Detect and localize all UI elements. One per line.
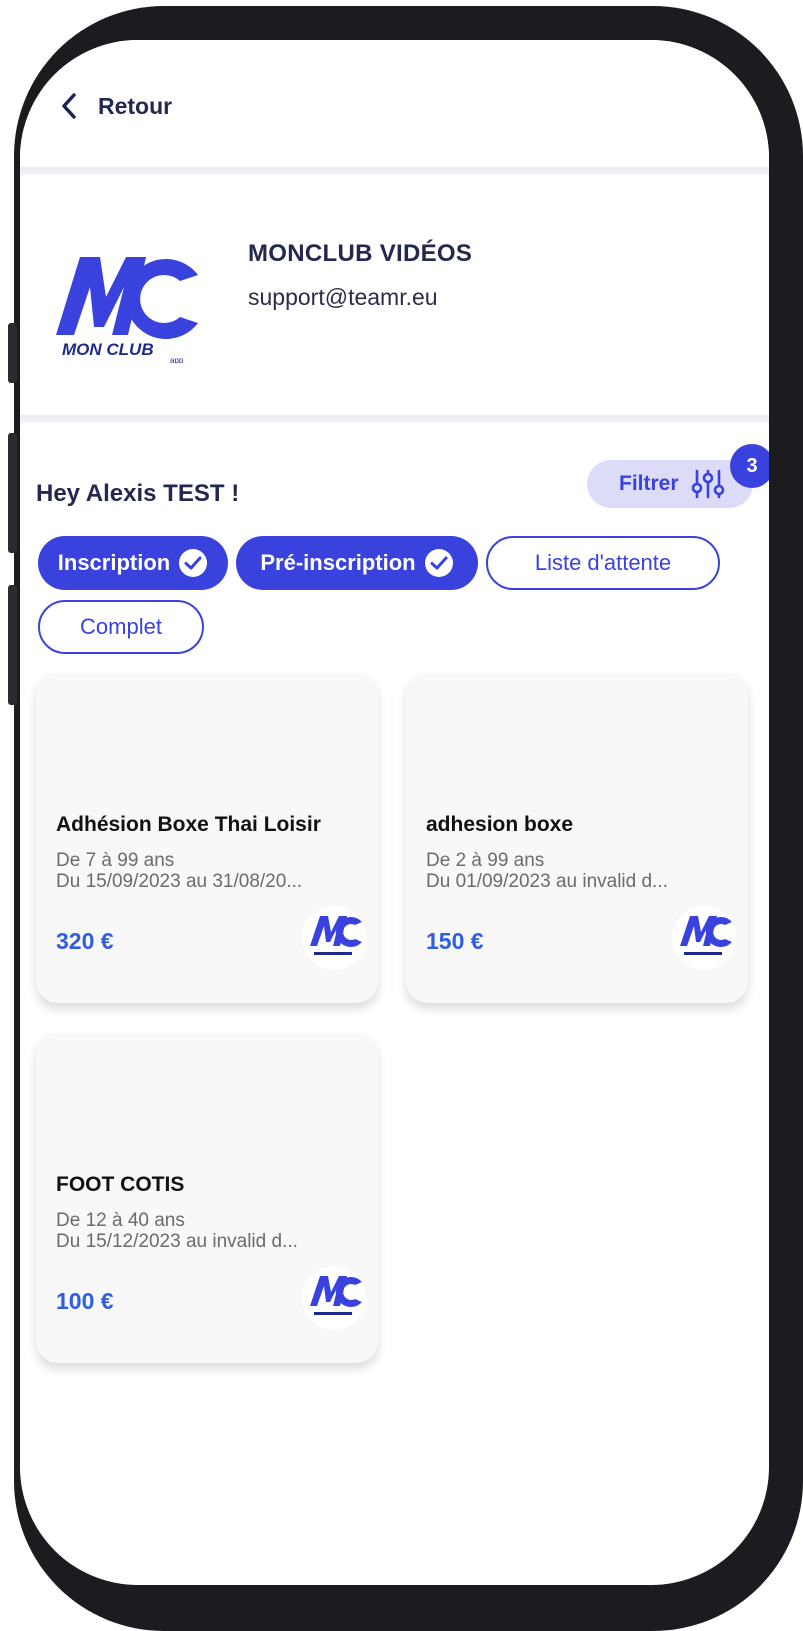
check-circle-icon (179, 549, 208, 577)
logo-sub: app (170, 356, 184, 363)
card-title: FOOT COTIS (56, 1173, 185, 1196)
phone-side-button (8, 433, 17, 553)
divider (20, 415, 769, 423)
chip-label: Complet (80, 614, 162, 639)
club-logo-icon (302, 1266, 366, 1330)
club-email: support@teamr.eu (248, 284, 438, 310)
back-button[interactable]: Retour (58, 92, 172, 120)
filter-button[interactable]: Filtrer (587, 460, 753, 508)
club-logo-icon (302, 906, 366, 970)
card-dates: Du 01/09/2023 au invalid d... (426, 871, 668, 892)
chip-label: Liste d'attente (534, 550, 672, 575)
card-price: 320 € (56, 928, 114, 954)
chip-label: Pré-inscription (260, 550, 416, 575)
card-image (36, 1033, 378, 1148)
greeting: Hey Alexis TEST ! (36, 480, 240, 507)
offer-card[interactable]: adhesion boxe De 2 à 99 ans Du 01/09/202… (406, 673, 748, 1003)
back-label: Retour (98, 92, 173, 119)
chevron-left-icon (62, 93, 76, 119)
card-title: Adhésion Boxe Thai Loisir (56, 813, 321, 836)
logo-text: MON CLUB (62, 340, 154, 359)
screen: Retour MON CLUB app MONCLUB VIDÉOS suppo… (20, 40, 769, 1585)
chip-label: Inscription (57, 550, 171, 575)
check-circle-icon (424, 549, 453, 577)
card-age-range: De 2 à 99 ans (426, 850, 545, 871)
card-image (36, 673, 378, 788)
chip-liste-attente[interactable]: Liste d'attente (486, 536, 720, 590)
card-title: adhesion boxe (426, 813, 574, 836)
chip-complet[interactable]: Complet (38, 600, 204, 654)
phone-side-button (8, 323, 17, 383)
card-age-range: De 7 à 99 ans (56, 850, 175, 871)
club-logo-icon (672, 906, 736, 970)
club-logo: MON CLUB app (56, 257, 198, 363)
sliders-icon (691, 469, 724, 499)
offer-card[interactable]: Adhésion Boxe Thai Loisir De 7 à 99 ans … (36, 673, 378, 1003)
club-name: MONCLUB VIDÉOS (248, 240, 473, 267)
card-price: 150 € (426, 928, 484, 954)
divider (20, 167, 769, 175)
card-price: 100 € (56, 1288, 114, 1314)
offer-card[interactable]: FOOT COTIS De 12 à 40 ans Du 15/12/2023 … (36, 1033, 378, 1363)
card-image (406, 673, 748, 788)
nav-bar: Retour (20, 40, 769, 170)
chip-inscription[interactable]: Inscription (38, 536, 228, 590)
card-dates: Du 15/09/2023 au 31/08/20... (56, 871, 303, 892)
phone-side-button (8, 585, 17, 705)
card-dates: Du 15/12/2023 au invalid d... (56, 1231, 298, 1252)
card-age-range: De 12 à 40 ans (56, 1210, 185, 1231)
chip-pre-inscription[interactable]: Pré-inscription (236, 536, 478, 590)
filter-label: Filtrer (619, 472, 679, 495)
filter-count-badge: 3 (730, 444, 769, 488)
